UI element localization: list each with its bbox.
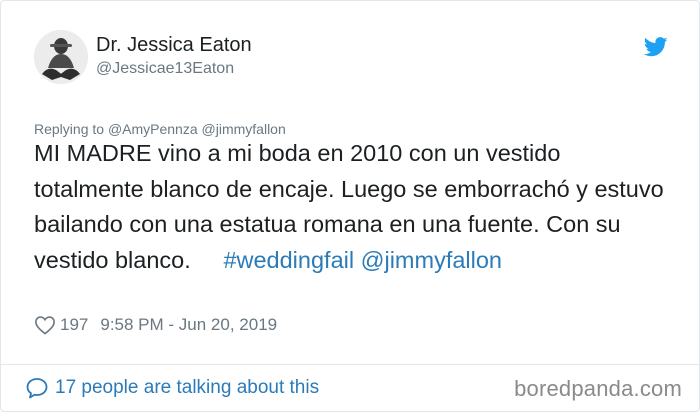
reply-mention-jimmyfallon[interactable]: @jimmyfallon — [202, 121, 286, 137]
avatar[interactable] — [34, 30, 88, 84]
replying-to-label: Replying to — [34, 121, 105, 137]
divider — [1, 364, 700, 365]
like-count[interactable]: 197 — [60, 315, 88, 335]
speech-bubble-icon — [26, 378, 48, 399]
talking-link[interactable]: 17 people are talking about this — [25, 376, 319, 400]
author-handle[interactable]: @Jessicae13Eaton — [96, 60, 234, 78]
reply-mention-amypennza[interactable]: @AmyPennza — [108, 121, 198, 137]
tweet-timestamp[interactable]: 9:58 PM - Jun 20, 2019 — [100, 315, 277, 335]
heart-outline-icon[interactable] — [34, 315, 56, 335]
avatar-photo — [34, 30, 88, 84]
replying-to: Replying to @AmyPennza @jimmyfallon — [34, 121, 286, 137]
talking-text: 17 people are talking about this — [55, 377, 320, 398]
tweet-card: Dr. Jessica Eaton @Jessicae13Eaton Reply… — [0, 0, 700, 412]
watermark: boredpanda.com — [514, 376, 682, 401]
tweet-meta: 197 9:58 PM - Jun 20, 2019 — [34, 313, 277, 337]
twitter-bird-icon[interactable] — [644, 36, 668, 58]
hashtag-link[interactable]: #weddingfail — [223, 247, 354, 273]
author-display-name[interactable]: Dr. Jessica Eaton — [96, 34, 252, 57]
mention-link[interactable]: @jimmyfallon — [361, 247, 502, 273]
tweet-text: MI MADRE vino a mi boda en 2010 con un v… — [34, 136, 674, 278]
